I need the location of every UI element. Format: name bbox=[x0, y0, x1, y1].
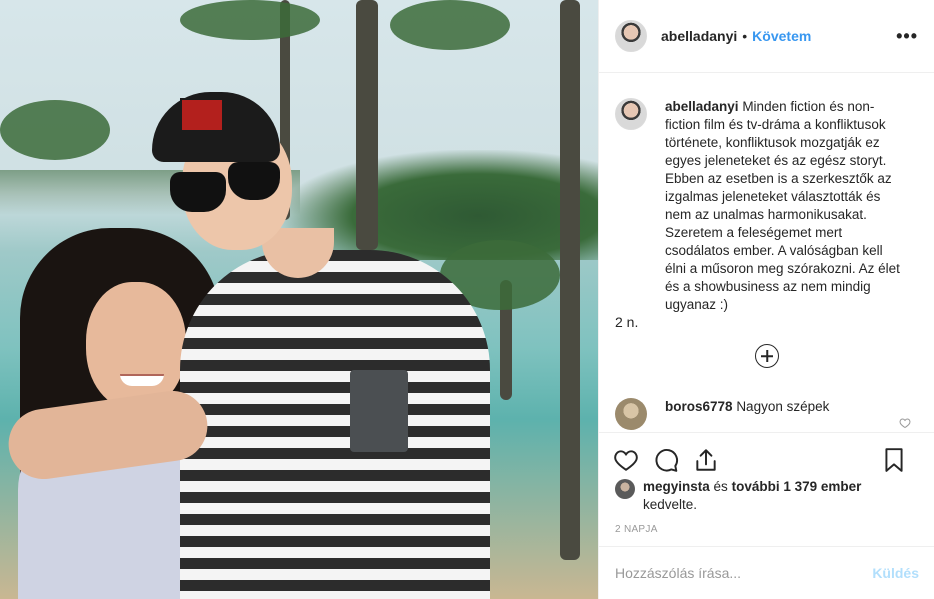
cap-logo bbox=[180, 98, 224, 132]
palm-frond bbox=[390, 0, 510, 50]
comment-text-wrap: boros6778 Nagyon szépek bbox=[665, 398, 829, 416]
add-comment-bar: Küldés bbox=[599, 546, 934, 599]
caption-time[interactable]: 2 n. bbox=[615, 314, 919, 330]
caption-text-wrap: abelladanyi Minden fiction és non-fictio… bbox=[665, 98, 903, 314]
likes-connector: és bbox=[713, 479, 728, 494]
likes-summary: megyinsta és további 1 379 ember kedvelt… bbox=[615, 478, 915, 514]
caption-text: Minden fiction és non-fiction film és tv… bbox=[665, 99, 900, 312]
palm-trunk bbox=[356, 0, 378, 250]
man-striped-shirt bbox=[180, 250, 490, 599]
comment-like-heart-icon[interactable] bbox=[899, 417, 911, 429]
plus-circle-icon[interactable] bbox=[755, 344, 779, 368]
man-shirt-pocket bbox=[350, 370, 408, 452]
palm-frond bbox=[180, 0, 320, 40]
liker-username[interactable]: megyinsta bbox=[643, 479, 710, 494]
liker-avatar[interactable] bbox=[615, 479, 635, 499]
comment-input[interactable] bbox=[615, 565, 873, 581]
comment-icon[interactable] bbox=[653, 447, 679, 473]
palm-frond bbox=[0, 100, 110, 160]
comment-username[interactable]: boros6778 bbox=[665, 399, 733, 414]
caption-avatar[interactable] bbox=[615, 98, 647, 130]
post-side-panel: abelladanyi • Követem ••• abelladanyi Mi… bbox=[598, 0, 934, 599]
post-dialog: abelladanyi • Követem ••• abelladanyi Mi… bbox=[0, 0, 934, 599]
post-comment-button[interactable]: Küldés bbox=[872, 565, 919, 581]
post-date[interactable]: 2 NAPJA bbox=[615, 524, 658, 535]
separator-dot: • bbox=[742, 28, 748, 44]
author-avatar[interactable] bbox=[615, 20, 647, 52]
author-username[interactable]: abelladanyi bbox=[661, 28, 737, 44]
likes-text: megyinsta és további 1 379 ember kedvelt… bbox=[643, 478, 861, 514]
commenter-avatar[interactable] bbox=[615, 398, 647, 430]
post-photo[interactable] bbox=[0, 0, 598, 599]
post-header: abelladanyi • Követem ••• bbox=[599, 0, 934, 73]
palm-trunk bbox=[560, 0, 580, 560]
sunglasses-right bbox=[228, 162, 280, 200]
likes-others[interactable]: további 1 379 ember bbox=[732, 479, 862, 494]
woman-smile bbox=[120, 374, 164, 386]
follow-button[interactable]: Követem bbox=[752, 28, 811, 44]
comment-item: boros6778 Nagyon szépek bbox=[615, 398, 919, 430]
heart-icon[interactable] bbox=[613, 447, 639, 473]
caption-username[interactable]: abelladanyi bbox=[665, 99, 739, 114]
caption: abelladanyi Minden fiction és non-fictio… bbox=[615, 98, 919, 314]
share-icon[interactable] bbox=[693, 447, 719, 473]
likes-suffix: kedvelte. bbox=[643, 497, 698, 512]
comments-area[interactable]: abelladanyi Minden fiction és non-fictio… bbox=[599, 74, 934, 432]
comment-text: Nagyon szépek bbox=[736, 399, 830, 414]
more-icon[interactable]: ••• bbox=[896, 26, 918, 47]
sunglasses-left bbox=[170, 172, 226, 212]
bookmark-icon[interactable] bbox=[881, 447, 907, 473]
